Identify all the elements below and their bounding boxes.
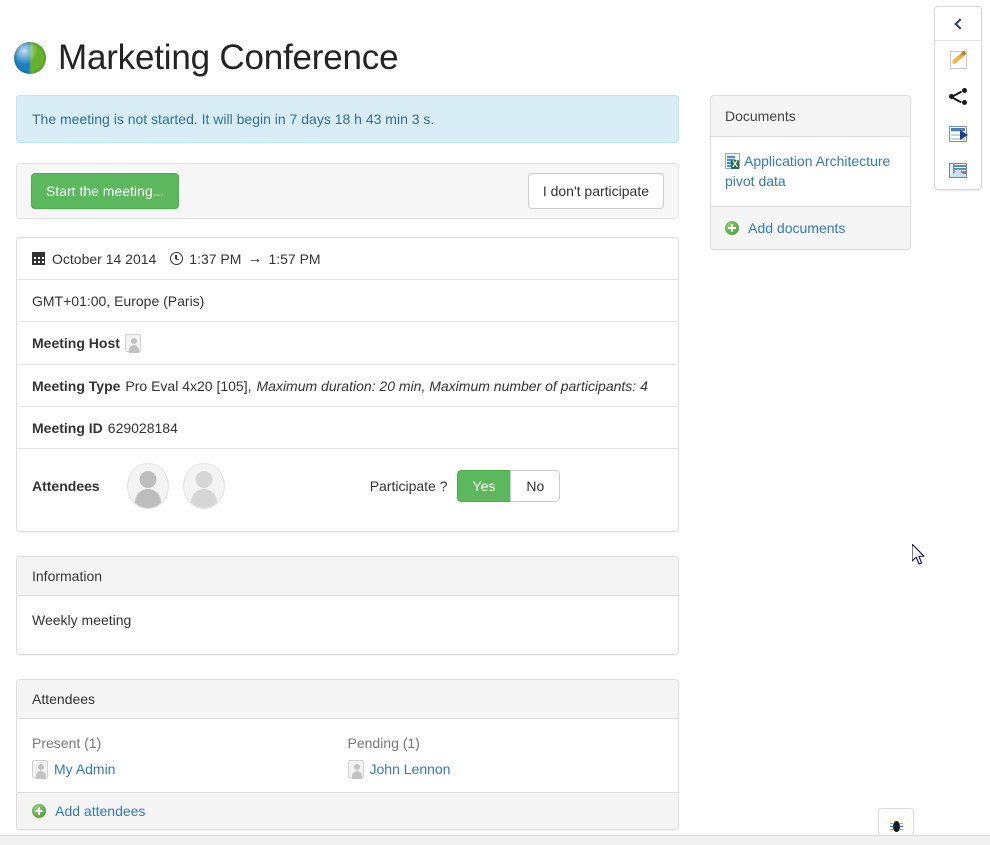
document-link[interactable]: Application Architecture pivot data [725, 153, 890, 189]
decline-participation-button[interactable]: I don't participate [527, 172, 664, 210]
meeting-type-meta: Maximum duration: 20 min, Maximum number… [256, 377, 648, 394]
information-panel: Information Weekly meeting [16, 556, 679, 655]
page-title-text: Marketing Conference [58, 38, 399, 77]
mouse-cursor [912, 544, 928, 566]
meeting-details-panel: October 14 2014 1:37 PM → 1:57 PM GMT+01… [16, 237, 679, 532]
information-heading: Information [17, 557, 678, 596]
meeting-attendees-row: Attendees Participate ? Yes No [17, 449, 678, 531]
meeting-end-time: 1:57 PM [268, 250, 321, 267]
list-item[interactable]: My Admin [32, 760, 348, 779]
participate-yes-button[interactable]: Yes [456, 470, 511, 502]
attendees-present-column: Present (1) My Admin [32, 735, 348, 779]
page-title: Marketing Conference [14, 38, 399, 77]
attendee-link[interactable]: My Admin [54, 761, 115, 777]
add-circle-icon [725, 220, 739, 235]
start-meeting-button[interactable]: Start the meeting... [31, 172, 180, 210]
excel-file-icon [725, 153, 740, 169]
add-documents-link[interactable]: Add documents [748, 220, 845, 236]
documents-panel: Documents Application Architecture pivot… [710, 95, 911, 250]
add-attendees-link[interactable]: Add attendees [55, 803, 145, 819]
attendees-columns: Present (1) My Admin Pending (1) John Le… [17, 719, 678, 792]
attendee-link[interactable]: John Lennon [370, 761, 451, 777]
side-toolbar [934, 6, 982, 190]
attendees-panel: Attendees Present (1) My Admin Pending (… [16, 679, 679, 830]
meeting-id-label: Meeting ID [32, 419, 103, 436]
attendees-pending-column: Pending (1) John Lennon [347, 735, 664, 779]
attendee-avatar [126, 463, 169, 509]
export-spreadsheet-icon [949, 125, 968, 142]
pending-label: Pending (1) [347, 735, 420, 751]
meeting-datetime-row: October 14 2014 1:37 PM → 1:57 PM [17, 238, 678, 280]
meeting-type-label: Meeting Type [32, 377, 121, 394]
meeting-date: October 14 2014 [52, 250, 157, 267]
collapse-toolbar-button[interactable] [935, 7, 981, 41]
participate-no-button[interactable]: No [510, 470, 561, 502]
meeting-status-alert: The meeting is not started. It will begi… [16, 95, 679, 143]
documents-heading: Documents [711, 96, 910, 137]
send-email-icon [949, 163, 967, 178]
host-avatar-icon [124, 334, 141, 353]
export-spreadsheet-button[interactable] [935, 115, 981, 152]
arrow-right-icon: → [247, 250, 263, 267]
globe-icon [14, 41, 46, 74]
list-item[interactable]: John Lennon [347, 760, 664, 779]
edit-meeting-button[interactable] [935, 41, 981, 78]
bug-icon [889, 820, 903, 833]
information-body: Weekly meeting [32, 612, 132, 628]
meeting-page: Marketing Conference The meeting is not … [0, 0, 990, 845]
add-documents-footer: Add documents [711, 205, 910, 249]
meeting-start-time: 1:37 PM [189, 250, 242, 267]
chevron-left-icon [953, 17, 966, 30]
horizontal-scrollbar[interactable] [0, 835, 990, 845]
attendees-panel-heading: Attendees [17, 680, 678, 719]
share-meeting-button[interactable] [935, 78, 981, 115]
add-attendees-footer: Add attendees [17, 792, 678, 829]
meeting-status-text: The meeting is not started. It will begi… [32, 111, 435, 127]
participate-label: Participate ? [369, 478, 448, 494]
meeting-timezone-row: GMT+01:00, Europe (Paris) [17, 280, 678, 322]
meeting-id-value: 629028184 [107, 419, 178, 436]
meeting-host-label: Meeting Host [32, 335, 120, 351]
share-icon [949, 88, 967, 105]
user-avatar-icon [32, 760, 48, 779]
calendar-icon [32, 252, 45, 265]
meeting-type-row: Meeting Type Pro Eval 4x20 [105], Maximu… [17, 365, 678, 407]
meeting-timezone: GMT+01:00, Europe (Paris) [32, 292, 205, 309]
attendee-avatar [182, 463, 225, 509]
meeting-type-value: Pro Eval 4x20 [105], [125, 377, 252, 394]
meeting-host-row: Meeting Host [17, 322, 678, 365]
documents-body: Application Architecture pivot data [711, 137, 910, 206]
present-label: Present (1) [32, 735, 102, 751]
meeting-action-bar: Start the meeting... I don't participate [16, 163, 679, 219]
clock-icon [170, 252, 184, 265]
send-email-button[interactable] [935, 152, 981, 189]
edit-icon [949, 50, 967, 69]
participate-toggle-group: Participate ? Yes No [370, 470, 561, 502]
add-circle-icon [32, 804, 46, 818]
meeting-id-row: Meeting ID 629028184 [17, 407, 678, 449]
user-avatar-icon [347, 760, 364, 779]
attendees-label: Attendees [32, 478, 100, 494]
